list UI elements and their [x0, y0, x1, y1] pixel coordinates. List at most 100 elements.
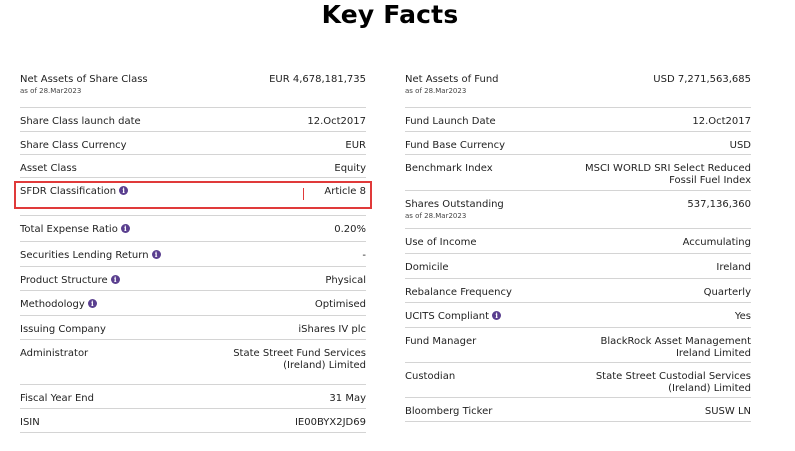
key-fact-label: Use of Income [405, 229, 476, 249]
key-fact-label: Administrator [20, 340, 88, 360]
key-fact-value-text-line2: (Ireland) Limited [668, 383, 751, 394]
key-fact-label: UCITS Compliant i [405, 303, 502, 323]
key-fact-value-text: 12.Oct2017 [692, 116, 751, 127]
key-fact-value-text: MSCI WORLD SRI Select Reduced [584, 163, 751, 174]
key-fact-label: Fund Base Currency [405, 132, 505, 152]
key-fact-label-text: Administrator [20, 348, 89, 359]
key-fact-label: ISIN [20, 409, 40, 429]
key-fact-row-fiscal-year-end: Fiscal Year End 31 May [20, 385, 366, 409]
key-fact-label-text: Net Assets of Fund [405, 74, 499, 85]
key-fact-label-text: Benchmark Index [405, 163, 493, 174]
key-fact-label: Domicile [405, 254, 449, 274]
key-fact-label-text: Securities Lending Return [20, 250, 149, 261]
key-fact-value-text: 537,136,360 [687, 199, 751, 210]
info-icon[interactable]: i [151, 250, 161, 259]
key-fact-value: Quarterly [704, 279, 751, 299]
key-fact-row-product-structure: Product Structure i Physical [20, 267, 366, 291]
key-fact-value-text: - [362, 250, 366, 261]
key-fact-value-text: Optimised [314, 299, 366, 310]
key-fact-row-share-class-currency: Share Class Currency EUR [20, 132, 366, 155]
info-icon[interactable]: i [87, 299, 97, 308]
key-fact-value-text: Equity [334, 163, 366, 174]
key-fact-label: Fund Manager [405, 328, 476, 348]
key-fact-label: Product Structure i [20, 267, 120, 287]
key-fact-value-text: 31 May [329, 393, 366, 404]
key-fact-label: Net Assets of Share Class as of 28.Mar202… [20, 66, 148, 96]
as-of-date: as of 28.Mar2023 [405, 87, 467, 95]
key-fact-row-asset-class: Asset Class Equity [20, 155, 366, 178]
key-fact-label-text: Total Expense Ratio [20, 224, 118, 235]
key-fact-label-text: Fund Base Currency [405, 140, 505, 151]
key-fact-label: Net Assets of Fund as of 28.Mar2023 [405, 66, 499, 96]
key-fact-row-domicile: Domicile Ireland [405, 254, 751, 279]
key-fact-label-text: Share Class Currency [20, 140, 127, 151]
key-fact-label-text: Bloomberg Ticker [405, 406, 493, 417]
key-fact-label-text: Methodology [20, 299, 85, 310]
key-fact-value: Optimised [315, 291, 366, 311]
key-fact-label-text: Product Structure [20, 275, 108, 286]
key-fact-row-benchmark-index: Benchmark Index MSCI WORLD SRI Select Red… [405, 155, 751, 191]
key-fact-label-text: Use of Income [405, 237, 477, 248]
key-fact-value: 0.20% [334, 216, 366, 236]
key-fact-value: SUSW LN [705, 398, 751, 418]
key-fact-value-text: Yes [734, 311, 751, 322]
key-fact-value-text: 12.Oct2017 [307, 116, 366, 127]
key-fact-label-text: Net Assets of Share Class [20, 74, 148, 85]
key-fact-row-total-expense-ratio: Total Expense Ratio i 0.20% [20, 216, 366, 242]
info-icon[interactable]: i [120, 224, 130, 233]
key-fact-value-text-line2: Fossil Fuel Index [669, 175, 751, 186]
key-fact-value: Yes [735, 303, 751, 323]
key-fact-value-text: BlackRock Asset Management [600, 336, 751, 347]
key-fact-label: Share Class launch date [20, 108, 141, 128]
key-fact-value-text: State Street Custodial Services [595, 371, 751, 382]
key-fact-value: 12.Oct2017 [692, 108, 751, 128]
key-fact-value-text: USD 7,271,563,685 [653, 74, 751, 85]
key-fact-label: Custodian [405, 363, 455, 383]
key-fact-value-text: EUR 4,678,181,735 [269, 74, 366, 85]
key-fact-row-ucits-compliant: UCITS Compliant i Yes [405, 303, 751, 328]
key-fact-value: Ireland [716, 254, 751, 274]
key-fact-row-net-assets-of-fund: Net Assets of Fund as of 28.Mar2023 USD 7,… [405, 66, 751, 108]
key-fact-row-isin: ISIN IE00BYX2JD69 [20, 409, 366, 433]
key-fact-value-text: 0.20% [334, 224, 366, 235]
key-fact-value: BlackRock Asset Management Ireland Limite… [600, 328, 751, 360]
text-cursor [303, 188, 304, 200]
info-icon[interactable]: i [492, 311, 502, 320]
key-fact-label-text: Fund Manager [405, 336, 477, 347]
key-fact-label: Bloomberg Ticker [405, 398, 492, 418]
key-fact-label: SFDR Classification i [20, 178, 129, 198]
key-fact-value-text: Ireland [716, 262, 751, 273]
key-fact-row-net-assets-of-share-class: Net Assets of Share Class as of 28.Mar202… [20, 66, 366, 108]
key-fact-row-fund-manager: Fund Manager BlackRock Asset Management Ir… [405, 328, 751, 363]
key-fact-row-custodian: Custodian State Street Custodial Services… [405, 363, 751, 398]
key-fact-label: Shares Outstanding as of 28.Mar2023 [405, 191, 504, 221]
info-icon[interactable]: i [110, 275, 120, 284]
key-fact-value-text: Article 8 [324, 186, 366, 197]
key-fact-row-bloomberg-ticker: Bloomberg Ticker SUSW LN [405, 398, 751, 422]
key-fact-value: MSCI WORLD SRI Select Reduced Fossil Fuel… [585, 155, 751, 187]
key-fact-label-text: Shares Outstanding [405, 199, 504, 210]
info-icon[interactable]: i [119, 186, 129, 195]
key-fact-value: USD [730, 132, 751, 152]
key-facts-left-column: Net Assets of Share Class as of 28.Mar202… [14, 66, 372, 433]
key-fact-label-text: Issuing Company [20, 324, 106, 335]
key-fact-row-shares-outstanding: Shares Outstanding as of 28.Mar2023 537,13… [405, 191, 751, 229]
key-fact-label-text: Fund Launch Date [405, 116, 496, 127]
key-fact-value: EUR 4,678,181,735 [269, 66, 366, 86]
key-fact-row-fund-base-currency: Fund Base Currency USD [405, 132, 751, 155]
key-fact-value-text: Accumulating [682, 237, 751, 248]
key-fact-value: - [362, 242, 366, 262]
key-fact-label: Issuing Company [20, 316, 106, 336]
key-fact-value: Article 8 [324, 178, 366, 198]
key-fact-value: EUR [345, 132, 366, 152]
key-fact-label: Rebalance Frequency [405, 279, 512, 299]
key-fact-value-text: Physical [325, 275, 366, 286]
key-fact-label-text: Custodian [405, 371, 456, 382]
key-fact-row-methodology: Methodology i Optimised [20, 291, 366, 316]
key-fact-value-text: iShares IV plc [298, 324, 366, 335]
key-fact-label: Fiscal Year End [20, 385, 94, 405]
key-fact-value: USD 7,271,563,685 [653, 66, 751, 86]
key-fact-value: 12.Oct2017 [307, 108, 366, 128]
page-title: Key Facts [321, 0, 459, 29]
key-fact-value: 537,136,360 [687, 191, 751, 211]
